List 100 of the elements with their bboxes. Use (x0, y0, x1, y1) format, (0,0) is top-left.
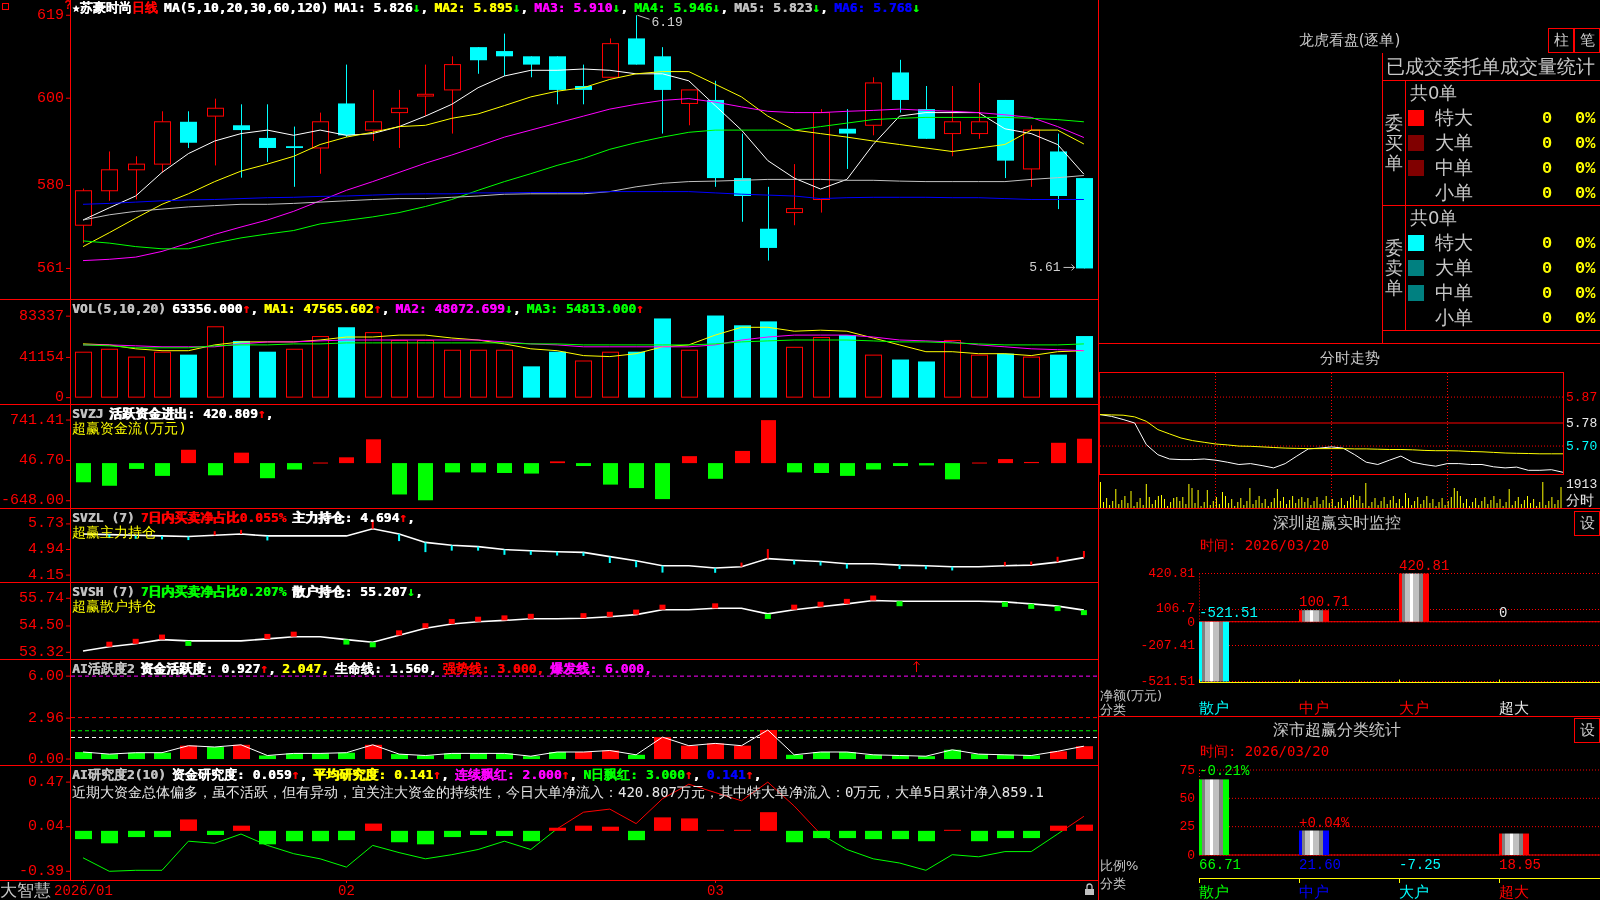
order-count: 0 (1542, 133, 1554, 153)
bar (339, 457, 354, 464)
view-button[interactable]: 柱 (1548, 28, 1574, 53)
header-text: AI活跃度2 (72, 661, 135, 676)
header-text: SVZJ (72, 406, 104, 421)
bar (786, 754, 803, 760)
candlestick (180, 110, 197, 149)
header-text: MA3: 5.910↓, (534, 0, 628, 15)
bar-value-label: 420.81 (1399, 557, 1450, 574)
y-tick-label: 0 (55, 389, 64, 407)
bar-value-label: 66.71 (1199, 857, 1241, 873)
candlestick (549, 55, 566, 105)
volume-bar (681, 349, 698, 398)
bar (918, 756, 935, 760)
bar (1050, 751, 1067, 760)
candlestick (1023, 124, 1040, 188)
header-text: 资金活跃度: 0.927↑, (140, 661, 276, 676)
bar (180, 819, 197, 831)
bar (470, 753, 487, 760)
volume-bar (918, 361, 935, 398)
volume-bar (997, 353, 1014, 398)
bar (417, 830, 434, 845)
bar (445, 463, 460, 473)
bar (1076, 824, 1093, 831)
bar (629, 463, 644, 489)
bar (892, 830, 909, 840)
bar (1499, 833, 1529, 855)
y-tick-label: 5.73 (28, 515, 64, 533)
change-label: +0.04% (1299, 814, 1350, 831)
settings-button[interactable]: 设 (1574, 511, 1600, 536)
header-text: VOL(5,10,20) (72, 301, 166, 316)
candlestick (128, 155, 145, 200)
category-label: 超大 (1499, 883, 1529, 900)
bar (839, 752, 856, 760)
volume-caption: 分时 (1566, 492, 1594, 508)
volume-bar (259, 351, 276, 398)
order-size-label: 中单 (1435, 280, 1474, 305)
bar (75, 752, 92, 760)
header-text: AI研究度2(10) (72, 767, 166, 782)
candlestick (944, 85, 961, 157)
settings-button[interactable]: 设 (1574, 718, 1600, 743)
bar (154, 752, 171, 760)
bar (76, 463, 91, 483)
bar (945, 463, 960, 480)
header-text: N日飘红: 3.000↑, (583, 767, 701, 782)
square-icon (2, 3, 9, 10)
bar (549, 752, 566, 760)
y-tick-label: 600 (37, 89, 64, 107)
bar (628, 754, 645, 760)
y-tick-label: 6.00 (28, 667, 64, 685)
category-label: 散户 (1199, 699, 1229, 717)
bar (181, 449, 196, 464)
bar (786, 830, 803, 843)
order-size-label: 大单 (1435, 130, 1474, 155)
header-text: MA(5,10,20,30,60,120) (163, 0, 329, 15)
timestamp: 时间: 2026/03/20 (1200, 743, 1330, 759)
volume-bar (813, 337, 830, 398)
bar (997, 754, 1014, 760)
bar-value-label: -7.25 (1399, 857, 1441, 873)
axis-title: 净额(万元) (1100, 687, 1163, 703)
header-text: 生命线: 1.560, (334, 661, 437, 676)
lock-icon (1085, 883, 1094, 895)
date-label: 2026/01 (54, 883, 113, 899)
view-button[interactable]: 笔 (1574, 28, 1600, 53)
header-text: SVZL (7) (72, 510, 135, 525)
change-label: -0.21% (1199, 763, 1250, 780)
bar (496, 753, 513, 760)
y-tick-label: 2.96 (28, 709, 64, 727)
bar-value-label: 21.60 (1299, 857, 1341, 873)
bar (233, 825, 250, 831)
volume-bar (391, 339, 408, 398)
volume-bar (101, 348, 118, 398)
volume-bar (1076, 336, 1093, 398)
bar-value-label: 100.71 (1299, 594, 1350, 611)
bar (1023, 830, 1040, 839)
panel-title: 分时走势 (1319, 349, 1380, 367)
bar (971, 830, 988, 842)
bar (576, 463, 591, 466)
axis-title: 比例% (1100, 857, 1139, 873)
volume-bar (444, 349, 461, 398)
group-label: 委买单 (1385, 113, 1403, 173)
candlestick (523, 55, 540, 78)
header-text: 0.141↑, (706, 767, 762, 782)
header-text: 散户持仓: 55.207↓, (292, 584, 423, 599)
y-tick-label: 0.47 (28, 773, 64, 791)
bar (892, 755, 909, 760)
volume-bar (628, 351, 645, 398)
category-label: 中户 (1299, 699, 1329, 717)
bar (497, 463, 512, 473)
bar (682, 456, 697, 464)
candlestick (391, 89, 408, 149)
volume-bar (971, 354, 988, 398)
y-tick-label: 41154 (19, 348, 64, 366)
y-tick-label: 4.15 (28, 566, 64, 584)
volume-max-label: 1913 (1566, 476, 1598, 492)
order-percent: 0% (1575, 158, 1597, 178)
header-text: 2.047, (281, 661, 329, 676)
header-text: SVSH (7) (72, 584, 135, 599)
bar (813, 752, 830, 760)
bar (129, 463, 144, 469)
